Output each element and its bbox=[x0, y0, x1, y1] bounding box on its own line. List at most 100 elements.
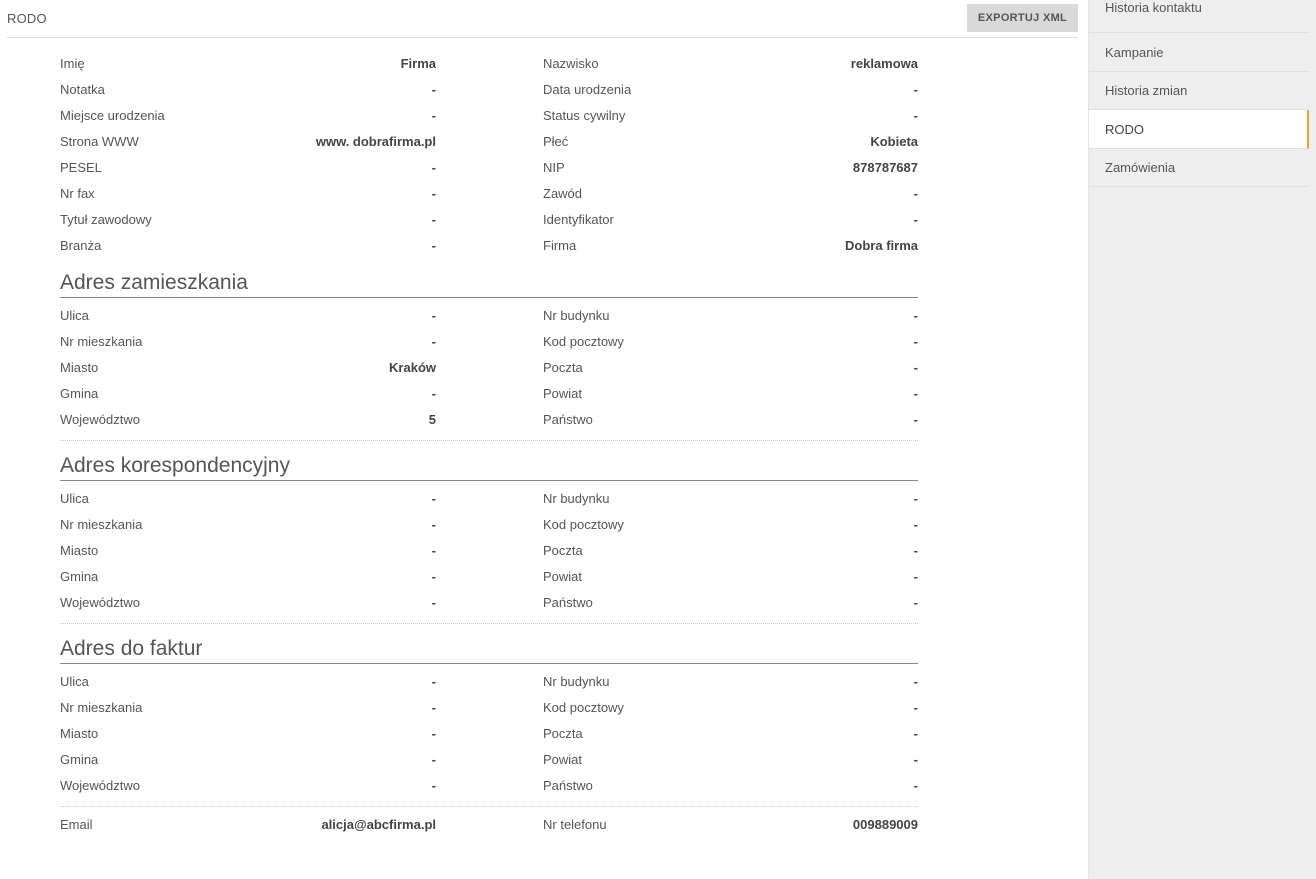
field-label: Tytuł zawodowy bbox=[60, 211, 152, 227]
field-row: Imię Firma bbox=[60, 50, 436, 76]
field-value: - bbox=[913, 107, 918, 123]
field-value: - bbox=[913, 777, 918, 793]
field-value: - bbox=[913, 516, 918, 532]
address-grid: Ulica - Nr budynku - Nr mieszkania - Kod poczt… bbox=[60, 302, 918, 432]
field-label: Kod pocztowy bbox=[543, 516, 624, 532]
field-label: Państwo bbox=[543, 594, 593, 610]
field-value: - bbox=[913, 568, 918, 584]
field-label: Nr mieszkania bbox=[60, 699, 143, 715]
field-label: Nr budynku bbox=[543, 490, 610, 506]
field-value: Kobieta bbox=[870, 133, 918, 149]
field-value: - bbox=[913, 490, 918, 506]
field-value: www. dobrafirma.pl bbox=[315, 133, 436, 149]
field-value: - bbox=[913, 594, 918, 610]
field-label: Powiat bbox=[543, 385, 583, 401]
field-value: - bbox=[913, 81, 918, 97]
field-label: Status cywilny bbox=[543, 107, 626, 123]
email-row: Email alicja@abcfirma.pl bbox=[60, 811, 436, 837]
address-grid: Ulica - Nr budynku - Nr mieszkania - Kod poczt… bbox=[60, 668, 918, 798]
field-label: Poczta bbox=[543, 725, 583, 741]
field-row: Firma Dobra firma bbox=[436, 232, 918, 258]
field-label: Państwo bbox=[543, 777, 593, 793]
personal-details: Imię Firma Nazwisko reklamowa Notatka - Data u… bbox=[60, 50, 918, 258]
field-value: - bbox=[913, 385, 918, 401]
field-row: Strona WWW www. dobrafirma.pl bbox=[60, 128, 436, 154]
page-title: RODO bbox=[7, 11, 47, 26]
field-row: Nr budynku - bbox=[436, 668, 918, 694]
sidebar-item-historia-zmian[interactable]: Historia zmian bbox=[1089, 72, 1309, 110]
field-label: Zawód bbox=[543, 185, 583, 201]
field-value: Kraków bbox=[389, 359, 436, 375]
field-row: Miasto - bbox=[60, 537, 436, 563]
field-value: - bbox=[913, 542, 918, 558]
field-label: Państwo bbox=[543, 411, 593, 427]
field-row: Kod pocztowy - bbox=[436, 694, 918, 720]
sidebar-item-zamówienia[interactable]: Zamówienia bbox=[1089, 149, 1309, 187]
field-value: - bbox=[913, 211, 918, 227]
address-grid: Ulica - Nr budynku - Nr mieszkania - Kod poczt… bbox=[60, 485, 918, 615]
sidebar: Historia kontaktu Kampanie Historia zmian R… bbox=[1088, 0, 1316, 879]
field-label: Powiat bbox=[543, 751, 583, 767]
field-value: - bbox=[913, 751, 918, 767]
section-title: Adres korespondencyjny bbox=[60, 441, 918, 481]
field-row: Państwo - bbox=[436, 772, 918, 798]
field-label: Miasto bbox=[60, 542, 99, 558]
field-row: Ulica - bbox=[60, 302, 436, 328]
field-row: Ulica - bbox=[60, 485, 436, 511]
field-label: Ulica bbox=[60, 673, 89, 689]
address-sections: Adres zamieszkania Ulica - Nr budynku - Nr mi… bbox=[60, 258, 918, 807]
sidebar-item-historia-kontaktu[interactable]: Historia kontaktu bbox=[1089, 0, 1309, 33]
field-row: Data urodzenia - bbox=[436, 76, 918, 102]
field-value: Dobra firma bbox=[845, 237, 918, 253]
field-label: Miasto bbox=[60, 359, 99, 375]
field-label: Nr mieszkania bbox=[60, 516, 143, 532]
field-row: Kod pocztowy - bbox=[436, 328, 918, 354]
field-label: Firma bbox=[543, 237, 577, 253]
field-row: Kod pocztowy - bbox=[436, 511, 918, 537]
field-label: Powiat bbox=[543, 568, 583, 584]
field-value: 878787687 bbox=[852, 159, 918, 175]
field-row: Nr budynku - bbox=[436, 485, 918, 511]
field-row: Województwo - bbox=[60, 772, 436, 798]
field-label: Branża bbox=[60, 237, 102, 253]
field-row: Nr budynku - bbox=[436, 302, 918, 328]
field-row: Nr mieszkania - bbox=[60, 694, 436, 720]
phone-label: Nr telefonu bbox=[543, 816, 607, 832]
field-label: Miasto bbox=[60, 725, 99, 741]
field-row: Notatka - bbox=[60, 76, 436, 102]
field-value: reklamowa bbox=[850, 55, 918, 71]
field-label: Imię bbox=[60, 55, 85, 71]
email-value: alicja@abcfirma.pl bbox=[321, 816, 436, 832]
field-label: Płeć bbox=[543, 133, 569, 149]
field-value: - bbox=[913, 185, 918, 201]
field-row: Branża - bbox=[60, 232, 436, 258]
sidebar-item-kampanie[interactable]: Kampanie bbox=[1089, 33, 1309, 72]
field-value: - bbox=[913, 411, 918, 427]
export-xml-button[interactable]: EXPORTUJ XML bbox=[967, 4, 1078, 32]
field-value: 5 bbox=[428, 411, 436, 427]
field-value: - bbox=[913, 307, 918, 323]
field-row: Miasto - bbox=[60, 720, 436, 746]
field-row: Identyfikator - bbox=[436, 206, 918, 232]
field-label: Poczta bbox=[543, 542, 583, 558]
content: Imię Firma Nazwisko reklamowa Notatka - Data u… bbox=[60, 50, 918, 837]
field-value: Firma bbox=[400, 55, 436, 71]
field-label: Poczta bbox=[543, 359, 583, 375]
field-row: Płeć Kobieta bbox=[436, 128, 918, 154]
field-row: Nr fax - bbox=[60, 180, 436, 206]
field-label: Notatka bbox=[60, 81, 105, 97]
field-label: Ulica bbox=[60, 307, 89, 323]
main-panel: RODO EXPORTUJ XML Imię Firma Nazwisko rekla… bbox=[0, 0, 1088, 879]
field-label: Gmina bbox=[60, 751, 99, 767]
field-row: Poczta - bbox=[436, 720, 918, 746]
section-divider bbox=[60, 806, 918, 807]
field-row: Państwo - bbox=[436, 589, 918, 615]
section-title: Adres do faktur bbox=[60, 624, 918, 664]
field-label: Miejsce urodzenia bbox=[60, 107, 165, 123]
field-row: Nazwisko reklamowa bbox=[436, 50, 918, 76]
sidebar-item-rodo[interactable]: RODO bbox=[1089, 110, 1309, 149]
field-row: Powiat - bbox=[436, 563, 918, 589]
field-row: Powiat - bbox=[436, 380, 918, 406]
field-row: Status cywilny - bbox=[436, 102, 918, 128]
field-row: PESEL - bbox=[60, 154, 436, 180]
